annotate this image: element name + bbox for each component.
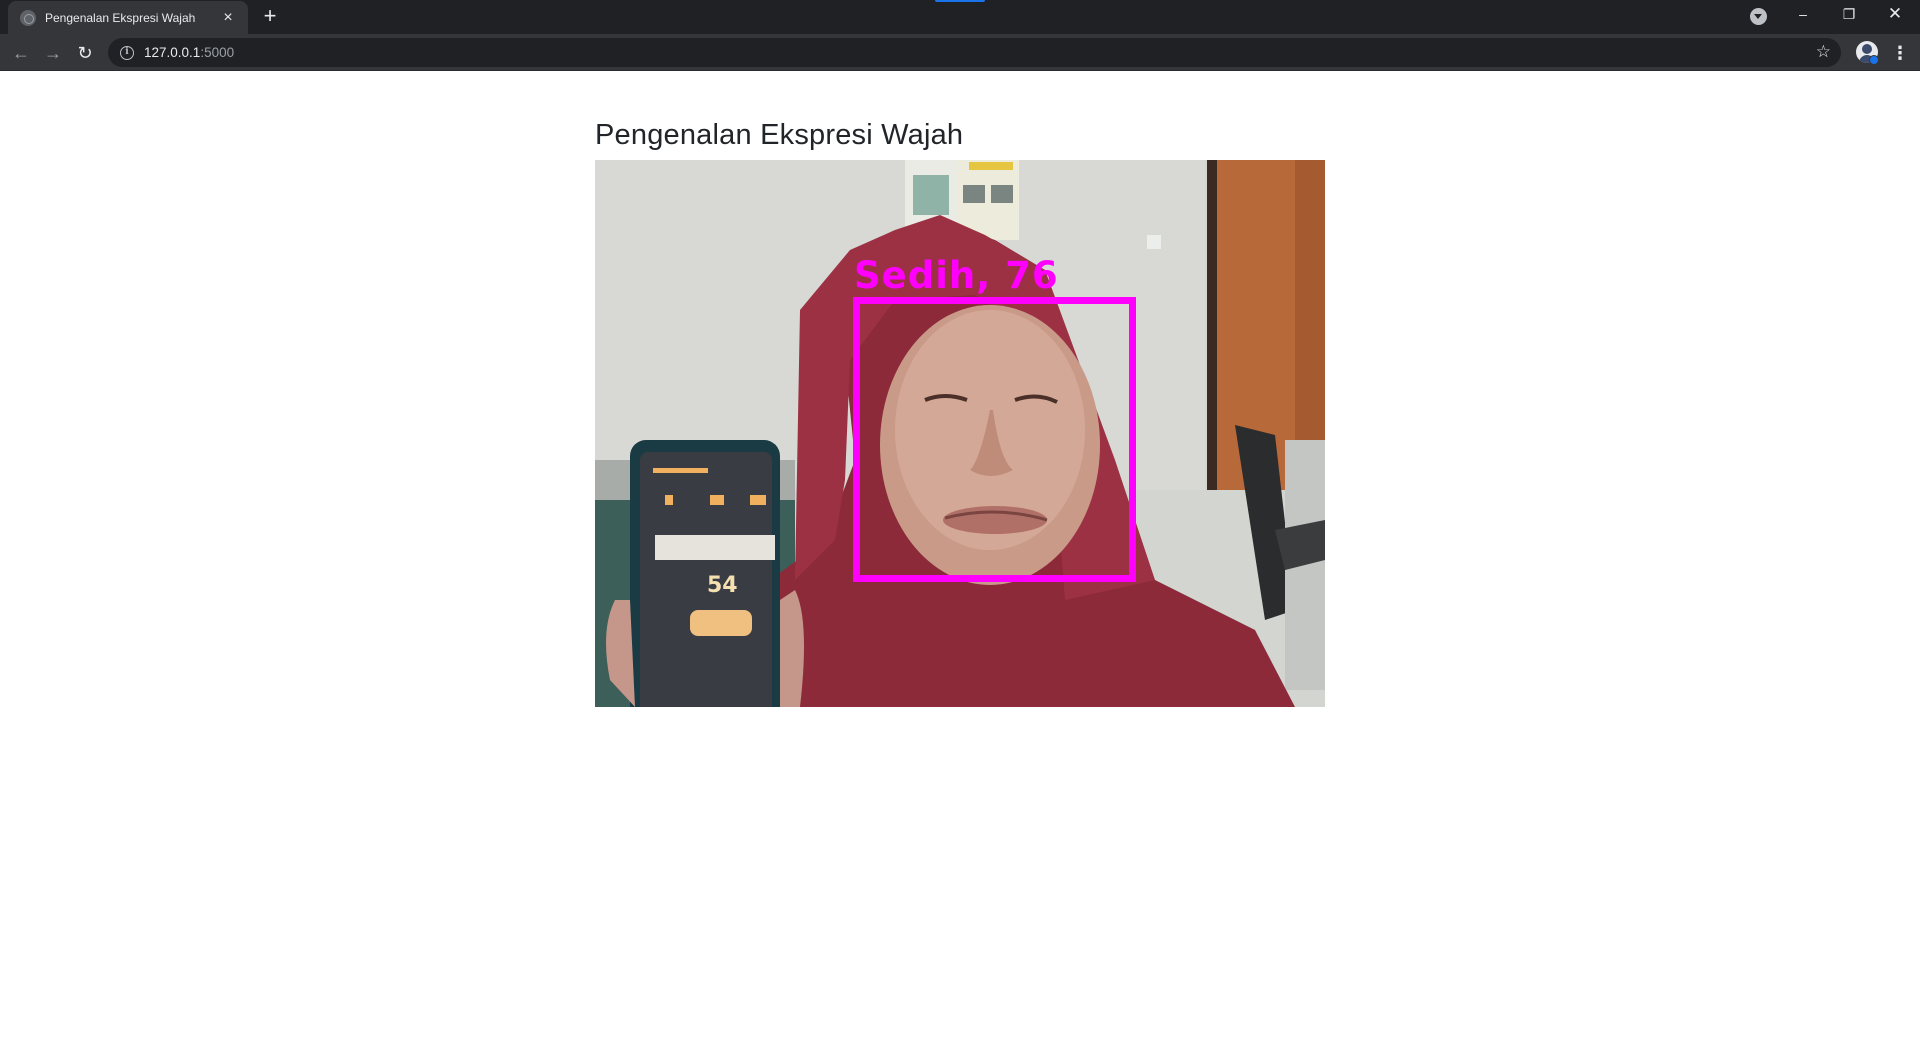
restore-button[interactable]: ❐ <box>1826 0 1872 30</box>
back-arrow-icon[interactable]: ← <box>8 40 34 66</box>
browser-menu-icon[interactable]: ⋮ <box>1888 40 1912 66</box>
close-window-button[interactable]: ✕ <box>1872 0 1918 30</box>
close-tab-icon[interactable]: × <box>218 8 238 28</box>
page-title: Pengenalan Ekspresi Wajah <box>595 119 964 151</box>
address-bar[interactable]: i 127.0.0.1 :5000 ☆ <box>108 38 1841 67</box>
profile-badge-icon <box>1869 55 1879 65</box>
globe-icon <box>20 9 36 26</box>
detection-label: Sedih, 76 <box>854 254 1059 297</box>
browser-toolbar: ← → ↻ i 127.0.0.1 :5000 ☆ ⋮ <box>0 34 1920 71</box>
info-icon[interactable]: i <box>120 45 134 60</box>
new-tab-button[interactable]: + <box>258 5 282 29</box>
tab-search-icon[interactable] <box>1750 8 1767 25</box>
bookmark-star-icon[interactable]: ☆ <box>1816 41 1831 63</box>
reload-icon[interactable]: ↻ <box>72 40 98 66</box>
minimize-button[interactable]: – <box>1780 0 1826 30</box>
forward-arrow-icon[interactable]: → <box>40 40 66 66</box>
svg-text:54: 54 <box>707 573 738 598</box>
url-port: :5000 <box>200 45 235 60</box>
webcam-video-feed: 54 Sedih, 76 <box>595 160 1325 707</box>
browser-tab-strip: Pengenalan Ekspresi Wajah × + – ❐ ✕ <box>0 0 1920 34</box>
face-bounding-box <box>853 297 1136 582</box>
tab-strip-accent <box>935 0 985 2</box>
url-host: 127.0.0.1 <box>144 45 201 60</box>
browser-tab[interactable]: Pengenalan Ekspresi Wajah × <box>8 1 248 34</box>
tab-title: Pengenalan Ekspresi Wajah <box>45 10 196 25</box>
